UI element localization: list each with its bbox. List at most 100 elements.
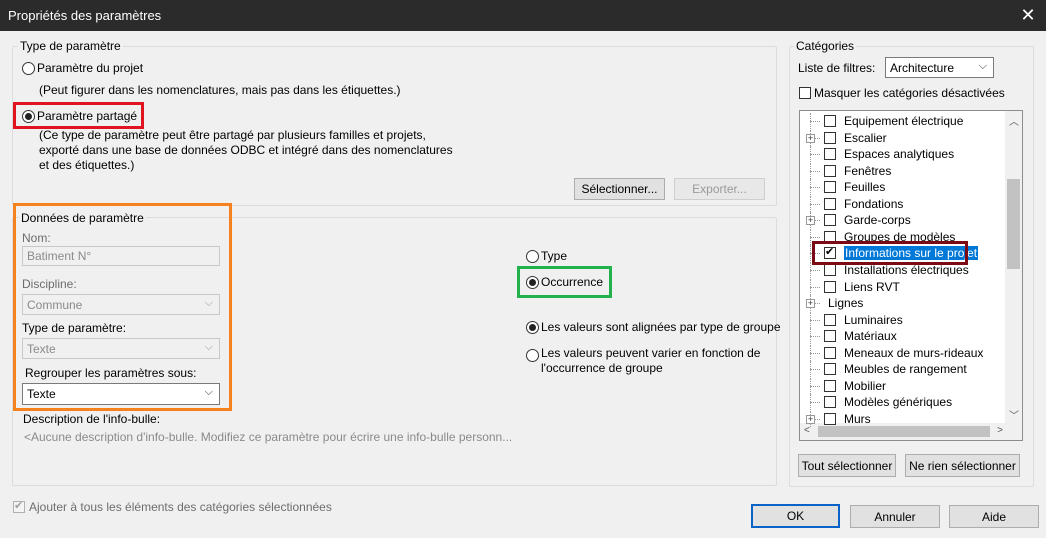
scrollbar-thumb[interactable] [1007,179,1020,269]
checkbox-icon[interactable] [824,363,836,376]
tree-item-label: Informations sur le projet [842,245,980,262]
checkbox-icon[interactable] [824,396,836,409]
tree-connector [810,269,820,271]
checkbox-icon[interactable] [824,346,836,359]
checkbox-icon[interactable] [824,230,836,243]
close-icon[interactable]: ✕ [1016,2,1040,28]
occurrence-radio[interactable]: Occurrence [526,275,603,289]
shared-param-note: (Ce type de paramètre peut être partagé … [39,128,453,173]
tree-connector [810,236,820,238]
project-param-radio[interactable]: Paramètre du projet [22,61,143,75]
chevron-down-icon: ⌵ [978,60,987,72]
vary-values-label: Les valeurs peuvent varier en fonction d… [541,346,760,376]
tree-item-content: Meubles de rangement [824,361,967,377]
aligned-values-radio[interactable]: Les valeurs sont alignées par type de gr… [526,320,781,334]
vary-line: Les valeurs peuvent varier en fonction d… [541,346,761,360]
chevron-down-icon: ⌵ [204,297,213,309]
checkbox-icon[interactable] [824,181,836,194]
add-all-checkbox[interactable]: Ajouter à tous les éléments des catégori… [13,499,332,514]
tree-item-content: Equipement électrique [824,113,963,129]
select-all-button[interactable]: Tout sélectionner [798,454,896,477]
tree-connector [810,319,820,321]
checkbox-icon[interactable] [824,379,836,392]
hide-disabled-label: Masquer les catégories désactivées [814,86,1005,100]
add-all-label: Ajouter à tous les éléments des catégori… [29,500,332,514]
filter-list-label: Liste de filtres: [798,61,876,75]
checkbox-icon[interactable] [824,115,836,127]
expand-icon[interactable]: + [806,133,815,143]
project-param-label: Paramètre du projet [37,61,144,75]
radio-icon [526,349,539,362]
tree-connector [810,286,820,288]
checkbox-icon [799,87,811,99]
tree-item-label: Liens RVT [844,279,900,294]
filter-list-value: Architecture [890,60,955,75]
ok-button[interactable]: OK [751,504,840,528]
name-value: Batiment N° [27,249,92,263]
scroll-down-icon[interactable]: ﹀ [1009,407,1019,422]
select-none-button[interactable]: Ne rien sélectionner [905,454,1020,477]
tree-item-content: Escalier [824,130,887,146]
hide-disabled-checkbox[interactable]: Masquer les catégories désactivées [799,86,1005,100]
group-params-select[interactable]: Texte ⌵ [22,383,220,405]
checkbox-checked-icon[interactable] [824,245,836,260]
checkbox-icon[interactable] [824,412,836,425]
checkbox-icon[interactable] [824,263,836,276]
param-data-legend: Données de paramètre [19,211,146,225]
tree-item-label: Fondations [844,196,904,211]
tree-item-content: Garde-corps [824,212,911,228]
checkbox-icon[interactable] [824,313,836,326]
filter-list-select[interactable]: Architecture ⌵ [885,57,994,78]
tree-item-content: Espaces analytiques [824,146,954,162]
tree-connector [810,170,820,172]
vary-values-radio[interactable]: Les valeurs peuvent varier en fonction d… [526,346,760,376]
tooltip-value[interactable]: <Aucune description d'info-bulle. Modifi… [24,430,512,444]
checkbox-icon[interactable] [824,214,836,227]
tree-connector [810,253,820,255]
checkbox-icon[interactable] [824,280,836,293]
hscrollbar-thumb[interactable] [818,426,990,437]
categories-tree[interactable]: ︿ ﹀ < > Equipement électrique + Escalier Es… [799,110,1023,441]
type-radio[interactable]: Type [526,249,567,263]
expand-icon[interactable]: + [806,216,815,226]
vertical-scrollbar[interactable]: ︿ ﹀ [1005,111,1022,424]
tree-connector [810,402,820,404]
expand-icon[interactable]: + [806,414,815,424]
chevron-down-icon: ⌵ [204,341,213,353]
checkbox-icon[interactable] [824,131,836,144]
tree-item-content: Groupes de modèles [824,229,955,245]
tree-item-label: Escalier [844,130,887,145]
discipline-select[interactable]: Commune ⌵ [22,294,220,315]
expand-icon[interactable]: + [806,299,815,309]
occurrence-radio-label: Occurrence [541,275,604,289]
checkbox-icon[interactable] [824,164,836,177]
group-params-label: Regrouper les paramètres sous: [25,366,197,380]
shared-param-radio[interactable]: Paramètre partagé [22,109,137,123]
checkbox-icon[interactable] [824,197,836,210]
tree-item-label: Garde-corps [844,213,911,228]
scroll-left-icon[interactable]: < [804,425,810,436]
discipline-label: Discipline: [22,277,77,291]
vary-line: l'occurrence de groupe [541,361,663,375]
title-bar: Propriétés des paramètres ✕ [0,0,1046,31]
select-button[interactable]: Sélectionner... [574,178,665,200]
tree-connector [810,203,820,205]
checkbox-icon[interactable] [824,330,836,343]
checkbox-icon[interactable] [824,148,836,161]
tree-connector [810,154,820,156]
tree-item-label: Equipement électrique [844,114,964,128]
radio-selected-icon [526,275,539,289]
param-type-select[interactable]: Texte ⌵ [22,338,220,359]
categories-legend: Catégories [794,39,857,53]
export-button[interactable]: Exporter... [674,178,765,200]
type-radio-label: Type [541,249,568,263]
tree-item-content: Murs [824,411,871,427]
scroll-right-icon[interactable]: > [997,425,1003,436]
scroll-up-icon[interactable]: ︿ [1009,113,1019,128]
chevron-down-icon: ⌵ [204,386,213,398]
help-button[interactable]: Aide [949,505,1039,528]
radio-selected-icon [22,109,35,123]
cancel-button[interactable]: Annuler [850,505,940,528]
tree-connector [810,369,820,371]
name-field[interactable]: Batiment N° [22,246,220,266]
